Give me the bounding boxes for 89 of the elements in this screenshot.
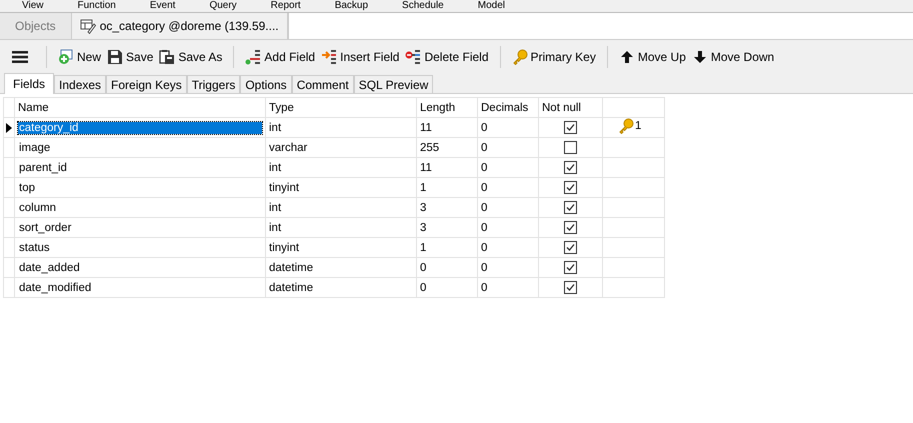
table-cell[interactable]: image: [18, 142, 52, 154]
column-header[interactable]: Not null: [538, 98, 602, 118]
table-cell[interactable]: category_id: [18, 122, 262, 134]
table-cell: int: [269, 222, 282, 234]
table-cell: 0: [420, 262, 426, 274]
table-cell: datetime: [269, 262, 314, 274]
toolbar-button[interactable]: Move Up: [616, 45, 689, 69]
tab[interactable]: Comment: [292, 75, 354, 93]
table-cell[interactable]: top: [18, 182, 36, 194]
toolbar-button[interactable]: Primary Key: [508, 45, 599, 69]
menu-item[interactable]: Backup: [334, 0, 368, 12]
table-cell: 0: [420, 282, 426, 294]
toolbar-button[interactable]: Move Down: [688, 45, 778, 69]
checkbox[interactable]: [564, 221, 577, 234]
menu-item[interactable]: Model: [478, 0, 505, 12]
table-cell: 0: [481, 282, 488, 294]
table-cell: 11: [420, 122, 432, 134]
checkbox[interactable]: [564, 241, 577, 254]
table-cell: 0: [481, 162, 488, 174]
toolbar-button[interactable]: Save As: [156, 45, 226, 69]
menu-item[interactable]: Report: [270, 0, 301, 12]
key-icon: [618, 118, 634, 134]
menu-item[interactable]: Schedule: [402, 0, 444, 12]
table-cell: datetime: [269, 282, 314, 294]
table-edit-icon: [80, 18, 96, 34]
column-header[interactable]: Decimals: [478, 98, 538, 118]
table-cell: varchar: [269, 142, 308, 154]
table-cell: 3: [420, 222, 426, 234]
column-header[interactable]: Name: [14, 98, 266, 118]
table-cell: 11: [420, 162, 432, 174]
table-cell: 0: [481, 202, 488, 214]
table-cell: int: [269, 202, 282, 214]
menu-item[interactable]: Event: [150, 0, 176, 12]
table-cell[interactable]: parent_id: [18, 162, 68, 174]
checkbox[interactable]: [564, 121, 577, 134]
checkbox[interactable]: [564, 201, 577, 214]
menu-item[interactable]: Query: [209, 0, 237, 12]
table-cell: 0: [481, 222, 488, 234]
arrow-down-icon: [692, 49, 708, 65]
table-cell: 0: [481, 182, 488, 194]
arrow-up-icon: [618, 49, 635, 65]
table-cell: 1: [420, 242, 426, 254]
table-cell[interactable]: date_added: [18, 262, 81, 274]
tab[interactable]: Triggers: [186, 75, 240, 93]
delete-field-icon: [405, 49, 422, 65]
table-cell: tinyint: [269, 242, 300, 254]
toolbar-button[interactable]: New: [55, 45, 104, 69]
table-cell[interactable]: column: [18, 202, 58, 214]
toolbar-button[interactable]: Save: [104, 45, 156, 69]
checkbox[interactable]: [564, 161, 577, 174]
checkbox[interactable]: [564, 281, 577, 294]
tab[interactable]: Fields: [4, 73, 54, 94]
tab[interactable]: Options: [240, 75, 292, 93]
table-cell[interactable]: status: [18, 242, 51, 254]
tab[interactable]: Indexes: [54, 75, 106, 93]
table-cell: 0: [481, 262, 488, 274]
table-cell: 3: [420, 202, 426, 214]
table-cell: tinyint: [269, 182, 300, 194]
document-tab[interactable]: Objects: [0, 13, 72, 39]
document-tab[interactable]: oc_category @doreme (139.59....: [72, 13, 288, 39]
menu-icon[interactable]: [12, 50, 28, 64]
table-cell[interactable]: sort_order: [18, 222, 72, 234]
toolbar-button[interactable]: Add Field: [242, 45, 318, 69]
key-order: 1: [635, 120, 642, 132]
toolbar-button[interactable]: Delete Field: [402, 45, 492, 69]
tab[interactable]: SQL Preview: [354, 75, 434, 93]
table-cell[interactable]: date_modified: [18, 282, 92, 294]
tab[interactable]: Foreign Keys: [106, 75, 187, 93]
table-cell: 0: [481, 242, 488, 254]
checkbox[interactable]: [564, 181, 577, 194]
table-cell: int: [269, 162, 282, 174]
row-pointer-icon: [6, 122, 12, 132]
table-cell: int: [269, 122, 282, 134]
key-icon: [512, 49, 528, 65]
table-cell: 255: [420, 142, 440, 154]
checkbox[interactable]: [564, 141, 577, 154]
column-header[interactable]: Length: [416, 98, 478, 118]
table-cell: 1: [420, 182, 426, 194]
clipboard-icon: [159, 49, 176, 65]
new-file-icon: [58, 49, 74, 65]
table-cell: 0: [481, 142, 488, 154]
checkbox[interactable]: [564, 261, 577, 274]
menu-item[interactable]: View: [22, 0, 44, 12]
column-header[interactable]: Type: [266, 98, 416, 118]
table-cell: 0: [481, 122, 488, 134]
menu-item[interactable]: Function: [78, 0, 116, 12]
insert-field-icon: [321, 49, 338, 65]
add-field-icon: [245, 49, 262, 65]
toolbar-button[interactable]: Insert Field: [318, 45, 402, 69]
